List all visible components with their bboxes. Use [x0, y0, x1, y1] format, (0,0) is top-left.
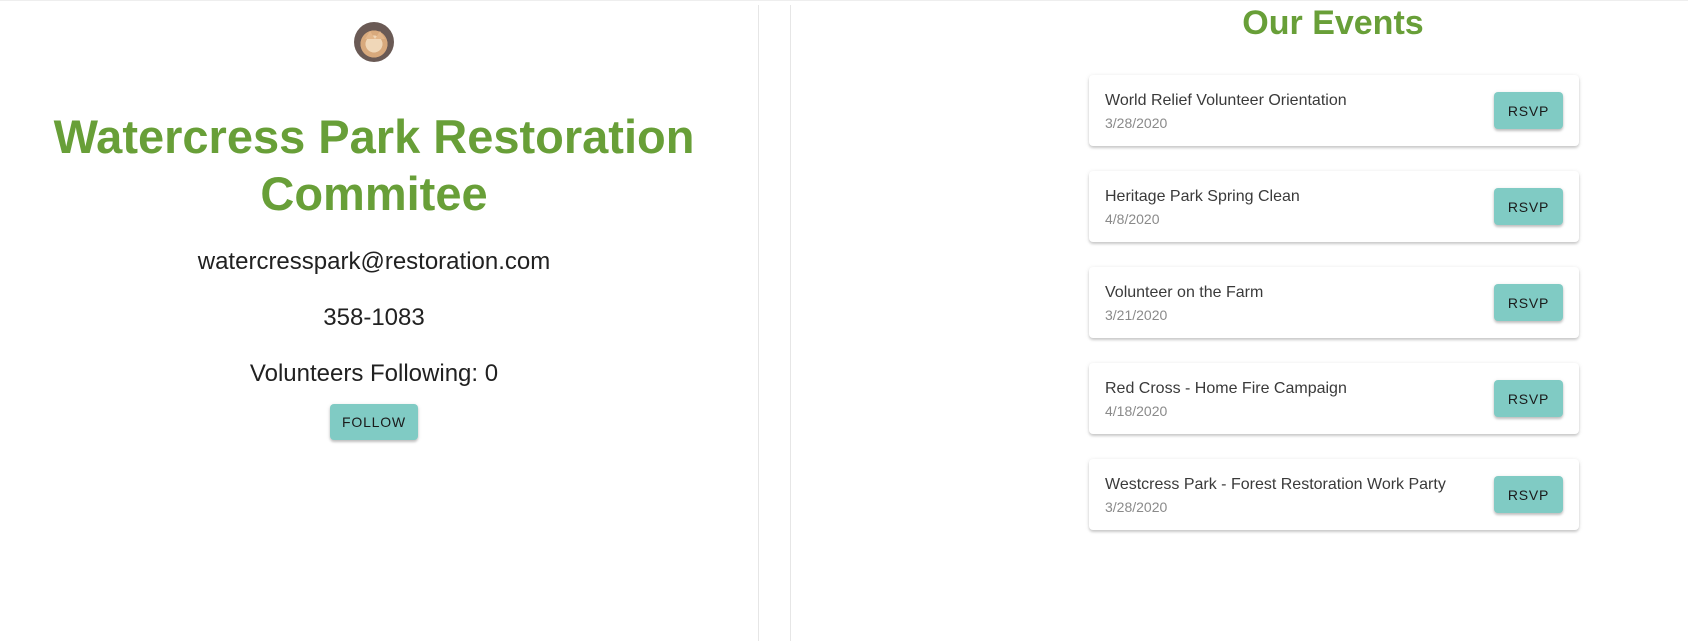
cat-ear-icon [365, 31, 375, 39]
event-card: Heritage Park Spring Clean 4/8/2020 RSVP [1089, 171, 1579, 242]
rsvp-button[interactable]: RSVP [1494, 284, 1563, 321]
column-divider [790, 5, 791, 641]
rsvp-button[interactable]: RSVP [1494, 92, 1563, 129]
events-title: Our Events [1242, 4, 1424, 42]
event-card: Volunteer on the Farm 3/21/2020 RSVP [1089, 267, 1579, 338]
column-divider [758, 5, 759, 641]
rsvp-button[interactable]: RSVP [1494, 380, 1563, 417]
event-name: Heritage Park Spring Clean [1105, 188, 1300, 205]
event-date: 3/28/2020 [1105, 499, 1168, 515]
organization-name: Watercress Park Restoration Commitee [53, 110, 695, 220]
avatar[interactable] [354, 22, 394, 62]
event-name: Westcress Park - Forest Restoration Work… [1105, 476, 1446, 493]
organization-email: watercresspark@restoration.com [197, 248, 551, 275]
event-date: 4/18/2020 [1105, 403, 1168, 419]
follow-button[interactable]: FOLLOW [330, 404, 418, 440]
event-date: 4/8/2020 [1105, 211, 1160, 227]
top-border [0, 0, 1688, 1]
event-card: Red Cross - Home Fire Campaign 4/18/2020… [1089, 363, 1579, 434]
event-card: World Relief Volunteer Orientation 3/28/… [1089, 75, 1579, 146]
event-name: Red Cross - Home Fire Campaign [1105, 380, 1347, 397]
event-name: Volunteer on the Farm [1105, 284, 1264, 301]
page: Watercress Park Restoration Commitee wat… [0, 0, 1688, 641]
rsvp-button[interactable]: RSVP [1494, 476, 1563, 513]
organization-phone: 358-1083 [323, 304, 425, 331]
event-date: 3/28/2020 [1105, 115, 1168, 131]
event-name: World Relief Volunteer Orientation [1105, 92, 1347, 109]
event-card: Westcress Park - Forest Restoration Work… [1089, 459, 1579, 530]
event-date: 3/21/2020 [1105, 307, 1168, 323]
rsvp-button[interactable]: RSVP [1494, 188, 1563, 225]
followers-count: Volunteers Following: 0 [249, 360, 499, 387]
cat-ear-icon [375, 31, 385, 39]
